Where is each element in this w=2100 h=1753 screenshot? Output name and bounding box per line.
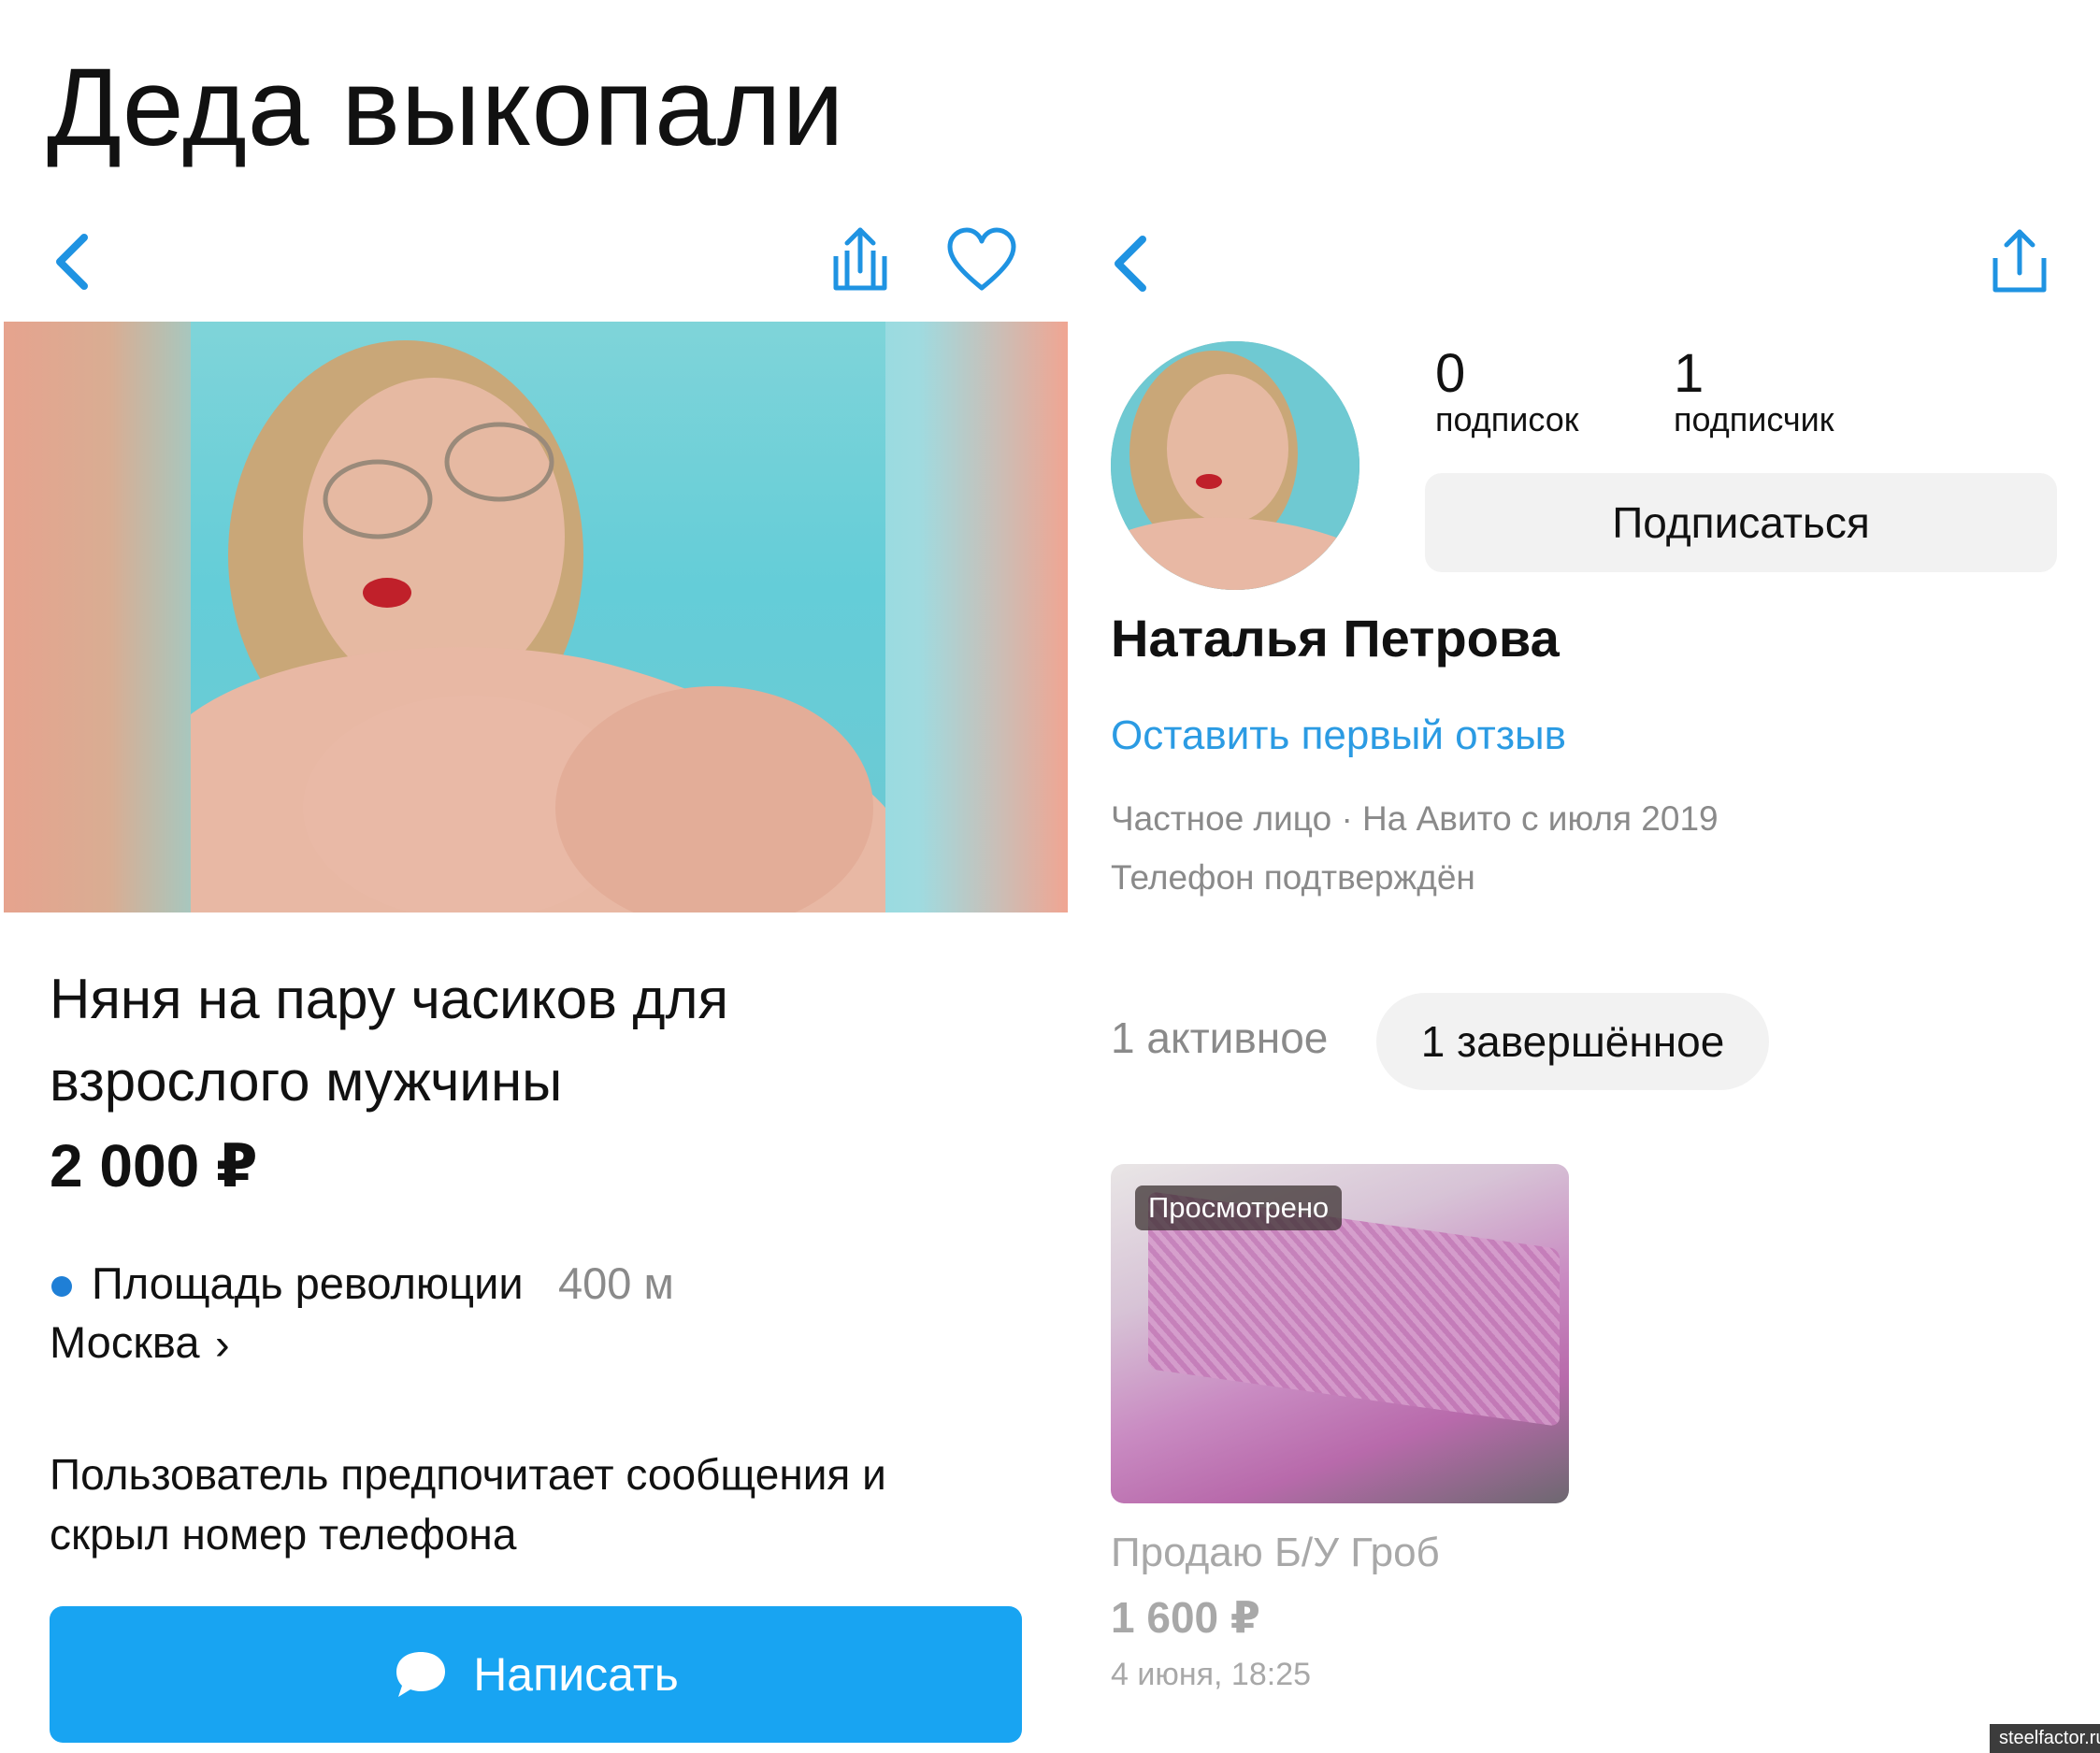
profile-share-icon[interactable] — [1982, 224, 2057, 299]
profile-back-arrow-icon[interactable] — [1096, 226, 1171, 301]
metro-distance: 400 м — [558, 1258, 674, 1308]
viewed-badge: Просмотрено — [1135, 1185, 1343, 1230]
subscriptions-label[interactable]: подписок — [1435, 400, 1579, 439]
seller-meta: Частное лицо · На Авито с июля 2019 — [1111, 799, 1719, 838]
chevron-right-icon[interactable]: › — [215, 1318, 230, 1370]
metro-line-dot-icon — [51, 1276, 72, 1297]
subscribe-button[interactable]: Подписаться — [1425, 473, 2057, 572]
contact-preference-note: Пользователь предпочитает сообщения и ск… — [50, 1450, 886, 1559]
listing-price: 2 000 ₽ — [50, 1132, 258, 1200]
tab-completed-ads[interactable]: 1 завершённое — [1376, 993, 1769, 1090]
followers-label[interactable]: подписчик — [1674, 400, 1834, 439]
tab-active-ads[interactable]: 1 активное — [1111, 1013, 1328, 1063]
avatar[interactable] — [1111, 341, 1359, 590]
meme-caption: Деда выкопали — [47, 46, 845, 169]
leave-review-link[interactable]: Оставить первый отзыв — [1111, 712, 1566, 759]
heart-favorite-icon[interactable] — [944, 223, 1019, 297]
listing-title: Няня на пару часиков для взрослого мужчи… — [50, 968, 729, 1113]
metro-station: Площадь революции — [92, 1258, 524, 1308]
city-link[interactable]: Москва — [50, 1316, 199, 1368]
subscriptions-count[interactable]: 0 — [1435, 342, 1465, 405]
followers-count[interactable]: 1 — [1674, 342, 1704, 405]
watermark: steelfactor.ru — [1990, 1724, 2100, 1753]
listing-photo-main — [191, 322, 885, 912]
chat-bubble-icon — [396, 1652, 446, 1697]
back-arrow-icon[interactable] — [37, 224, 112, 299]
ad-card-price: 1 600 ₽ — [1111, 1593, 1260, 1642]
write-message-button[interactable]: Написать — [50, 1606, 1022, 1743]
ad-card-title[interactable]: Продаю Б/У Гроб — [1111, 1530, 1440, 1576]
share-icon[interactable] — [823, 223, 898, 297]
phone-verified-status: Телефон подтверждён — [1111, 858, 1475, 897]
listing-photo[interactable] — [4, 322, 1068, 912]
ad-card-date: 4 июня, 18:25 — [1111, 1657, 1312, 1692]
write-message-label: Написать — [473, 1648, 679, 1701]
seller-name: Наталья Петрова — [1111, 609, 1560, 668]
